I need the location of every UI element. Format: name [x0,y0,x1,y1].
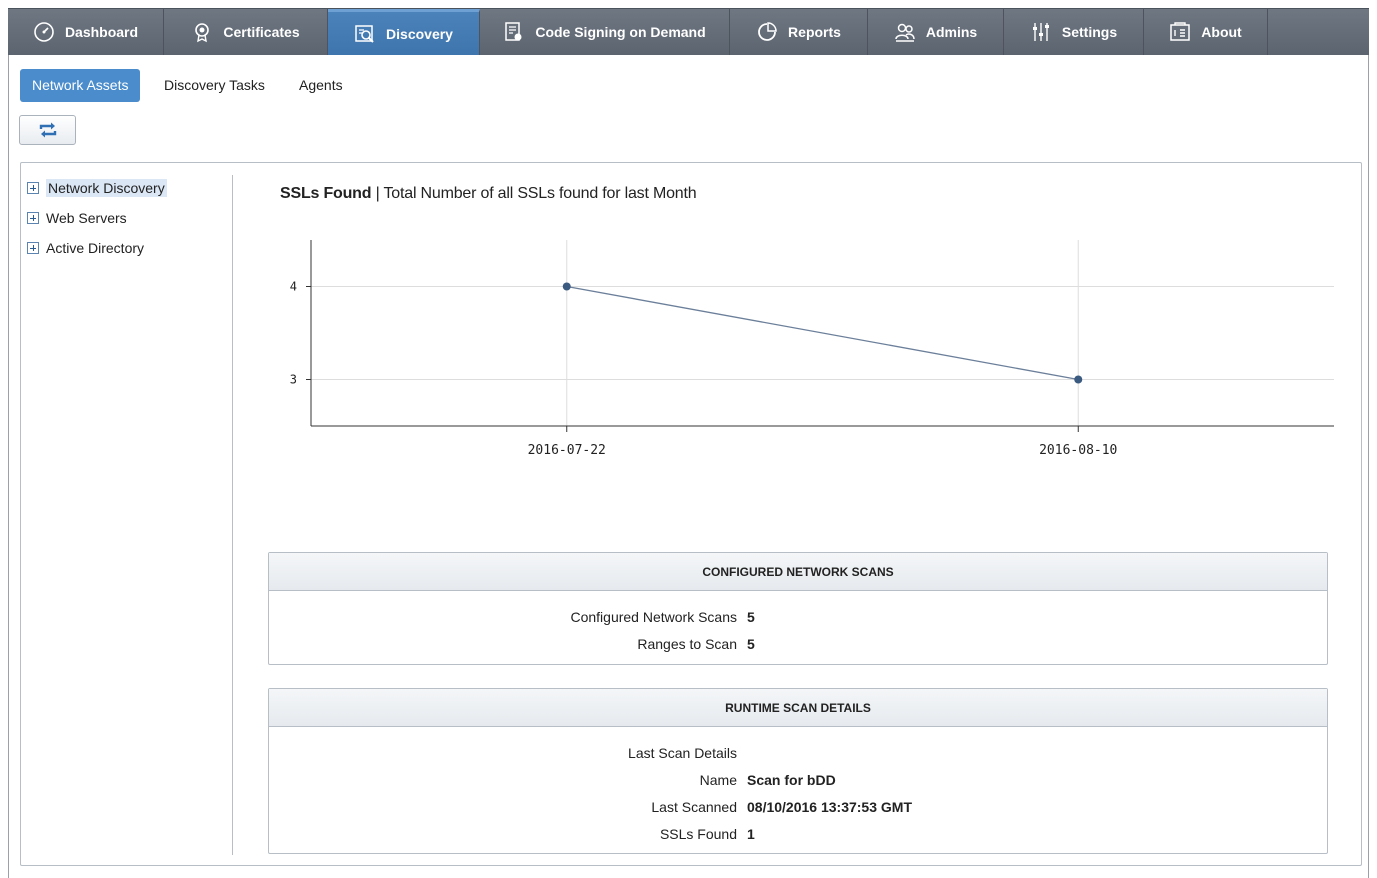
tab-admins[interactable]: Admins [868,9,1004,55]
configured-scans-box: CONFIGURED NETWORK SCANS Configured Netw… [268,552,1328,665]
chart-title: SSLs Found | Total Number of all SSLs fo… [280,185,697,203]
detail-label: Ranges to Scan [637,636,737,652]
expand-icon[interactable] [27,182,39,194]
box-title: RUNTIME SCAN DETAILS [269,689,1327,727]
subtab-discovery-tasks[interactable]: Discovery Tasks [164,69,265,102]
chart-title-bold: SSLs Found [280,185,372,202]
detail-label: Last Scan Details [628,745,737,761]
x-tick-label: 2016-08-10 [1039,443,1117,458]
detail-row: SSLs Found 1 [269,826,1327,848]
ssl-line-chart: 3 4 2016-07-22 2016-08-10 [290,240,1334,458]
about-icon [1170,22,1191,41]
reports-icon [758,22,777,41]
tab-discovery[interactable]: Discovery [328,9,480,55]
tab-label: Settings [1061,24,1118,40]
tab-reports[interactable]: Reports [730,9,868,55]
main-nav: Dashboard Certificates Discovery Code Si… [8,8,1369,55]
tree-divider [232,175,233,855]
series-line [566,285,1079,381]
subtab-agents[interactable]: Agents [299,69,343,102]
tab-dashboard[interactable]: Dashboard [8,9,164,55]
tab-label: Code Signing on Demand [535,24,706,40]
tab-label: Reports [788,24,841,40]
frame-border [8,55,9,878]
detail-value: 5 [747,636,755,652]
frame-border [1368,55,1369,878]
detail-value: 1 [747,826,755,842]
tree-item-network-discovery[interactable]: Network Discovery [27,177,167,199]
sliders-icon [1032,23,1049,41]
tab-label: Discovery [386,25,453,42]
tree-item-web-servers[interactable]: Web Servers [27,207,127,229]
code-signing-icon [505,22,522,41]
runtime-scan-box: RUNTIME SCAN DETAILS Last Scan Details N… [268,688,1328,854]
refresh-icon [39,122,56,138]
detail-row: Ranges to Scan 5 [269,636,1327,658]
detail-row: Last Scanned 08/10/2016 13:37:53 GMT [269,799,1327,821]
tab-label: Dashboard [64,24,139,40]
tab-about[interactable]: About [1144,9,1268,55]
tab-label: About [1201,24,1242,40]
detail-value: 08/10/2016 13:37:53 GMT [747,799,912,815]
detail-label: Configured Network Scans [570,609,737,625]
refresh-button[interactable] [19,115,76,145]
tree-item-active-directory[interactable]: Active Directory [27,237,144,259]
tab-label: Certificates [223,24,300,40]
detail-row: Last Scan Details [269,745,1327,767]
y-tick-label: 3 [290,373,297,387]
detail-label: SSLs Found [659,826,737,842]
tree-item-label: Web Servers [46,210,127,226]
subtab-network-assets[interactable]: Network Assets [20,69,141,102]
detail-label: Name [699,772,737,788]
discovery-icon [355,24,374,43]
tab-settings[interactable]: Settings [1004,9,1144,55]
expand-icon[interactable] [27,212,39,224]
tree-item-label: Network Discovery [46,179,167,197]
detail-label: Last Scanned [651,799,737,815]
detail-row: Name Scan for bDD [269,772,1327,794]
x-tick-label: 2016-07-22 [528,443,606,458]
gauge-icon [34,22,54,42]
expand-icon[interactable] [27,242,39,254]
chart-title-rest: | Total Number of all SSLs found for las… [371,185,697,202]
tab-label: Admins [925,24,978,40]
tab-code-signing[interactable]: Code Signing on Demand [480,9,730,55]
tree-item-label: Active Directory [46,240,145,256]
certificate-icon [195,23,210,43]
detail-row: Configured Network Scans 5 [269,609,1327,631]
data-point [562,282,571,291]
detail-value: Scan for bDD [747,772,836,788]
admins-icon [895,23,915,42]
tab-certificates[interactable]: Certificates [164,9,328,55]
detail-value: 5 [747,609,755,625]
y-tick-label: 4 [290,280,297,294]
data-point [1074,375,1083,384]
box-title: CONFIGURED NETWORK SCANS [269,553,1327,591]
